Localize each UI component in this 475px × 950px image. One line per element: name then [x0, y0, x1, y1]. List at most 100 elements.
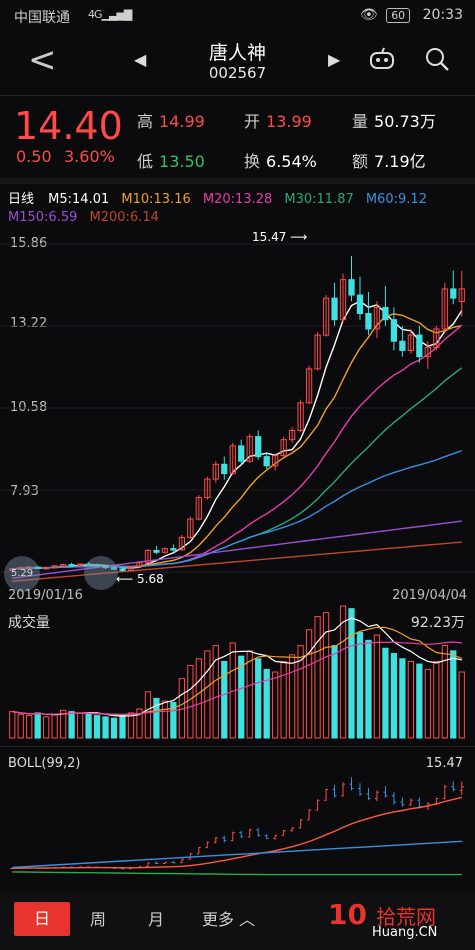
clock: 20:33 [422, 7, 463, 23]
boll-chart[interactable] [0, 748, 475, 888]
next-stock-button[interactable]: ▶ [328, 50, 340, 69]
volume-bar [339, 605, 347, 739]
volume-bar [204, 650, 211, 739]
volume-bar [119, 715, 126, 739]
candle-body [119, 568, 126, 571]
volume-bar [144, 691, 152, 739]
price-change: 0.50 [16, 147, 52, 166]
volume-bar [238, 655, 245, 739]
volume-bar [187, 664, 194, 739]
tab-month[interactable]: 月 [148, 906, 164, 930]
quote-divider [0, 178, 475, 184]
ma150-line [12, 520, 462, 579]
candle-body [153, 549, 160, 553]
watermark-logo: 10 拾荒网 Huang.CN [328, 898, 438, 940]
zoom-bubble[interactable]: 5.29 [4, 556, 40, 592]
high-field: 高 14.99 [137, 112, 205, 131]
candle-body [68, 564, 75, 567]
stock-code: 002567 [208, 64, 267, 82]
volume-bar [76, 712, 84, 739]
status-bar: 中国联通 4G▁▃▅▇ 👁 60 20:33 [0, 0, 475, 32]
volume-bar [85, 713, 92, 739]
period-tab-bar: 日 周 月 更多 ︿ 10 拾荒网 Huang.CN [0, 892, 475, 950]
volume-bar [17, 713, 24, 739]
candle-body [356, 294, 364, 315]
tab-more[interactable]: 更多 ︿ [202, 906, 255, 930]
volume-bar [314, 616, 321, 739]
volume-bar [390, 653, 398, 739]
header-divider [0, 95, 475, 96]
candle-body [390, 319, 398, 342]
max-annotation: 15.47 ⟶ [252, 230, 308, 244]
candle-body [255, 436, 262, 458]
volume-bar [68, 711, 75, 739]
search-icon[interactable] [424, 46, 450, 76]
boll-lower-line [12, 871, 462, 876]
volume-field: 量 50.73万 [352, 112, 436, 131]
volume-bar [195, 658, 202, 739]
volume-bar [102, 716, 109, 739]
ma30-value: M30:11.87 [284, 192, 354, 207]
volume-chart[interactable] [0, 604, 475, 744]
boll-base-line [12, 840, 462, 869]
zoom-handle-icon[interactable] [84, 556, 118, 590]
candle-body [416, 334, 423, 358]
volume-bar [127, 712, 135, 739]
current-price: 14.40 [14, 104, 123, 148]
volume-bar [246, 650, 253, 739]
volume-bar [34, 712, 41, 739]
ma200-line [12, 541, 462, 582]
candle-body [382, 306, 389, 321]
volume-bar [450, 650, 457, 739]
min-annotation: ⟵ 5.68 [116, 572, 164, 586]
volume-bar [26, 715, 33, 739]
volume-bar [424, 668, 431, 739]
chevron-up-icon: ︿ [239, 910, 256, 929]
kline-chart[interactable] [0, 232, 475, 592]
volume-bar [458, 671, 465, 739]
candle-body [238, 445, 245, 462]
volume-bar [161, 700, 169, 739]
volume-bar [331, 645, 338, 739]
stock-name: 唐人神 [208, 42, 266, 64]
volume-bar [356, 631, 364, 739]
volume-bar [255, 658, 262, 739]
eye-icon: 👁 [359, 7, 378, 23]
volume-bar [416, 663, 423, 739]
volume-bar [373, 634, 381, 739]
candle-body [450, 288, 457, 299]
volume-bar [280, 660, 287, 739]
candle-body [221, 463, 228, 475]
low-field: 低 13.50 [137, 152, 205, 171]
volume-bar [110, 717, 118, 739]
candle-body [348, 279, 355, 296]
volume-bar [43, 716, 50, 739]
price-change-pct: 3.60% [64, 147, 115, 166]
candle-body [263, 456, 270, 467]
candle-body [170, 548, 177, 551]
volume-bar [399, 658, 406, 739]
ma20-value: M20:13.28 [202, 192, 273, 207]
volume-bar [433, 660, 440, 739]
ma-legend-row2: M150:6.59 M200:6.14 [8, 210, 159, 225]
ma200-value: M200:6.14 [89, 210, 159, 225]
volume-bar [51, 713, 58, 739]
ma-legend: 日线 M5:14.01 M10:13.16 M20:13.28 M30:11.8… [8, 188, 427, 207]
tab-week[interactable]: 周 [90, 906, 106, 930]
ma60-value: M60:9.12 [365, 192, 427, 207]
ma20-line [12, 324, 463, 570]
open-field: 开 13.99 [244, 112, 312, 131]
period-label[interactable]: 日线 [8, 192, 34, 207]
robot-icon[interactable] [368, 46, 396, 76]
volume-bar [289, 654, 296, 739]
battery-icon: 60 [386, 8, 411, 23]
boll-divider [0, 746, 475, 747]
volume-bar [221, 660, 228, 739]
volume-bar [272, 671, 279, 739]
candle-body [365, 313, 372, 330]
tab-day[interactable]: 日 [14, 902, 70, 936]
ma150-value: M150:6.59 [8, 210, 78, 225]
volume-bar [9, 711, 16, 739]
ma10-value: M10:13.16 [121, 192, 191, 207]
amount-field: 额 7.19亿 [352, 152, 426, 171]
